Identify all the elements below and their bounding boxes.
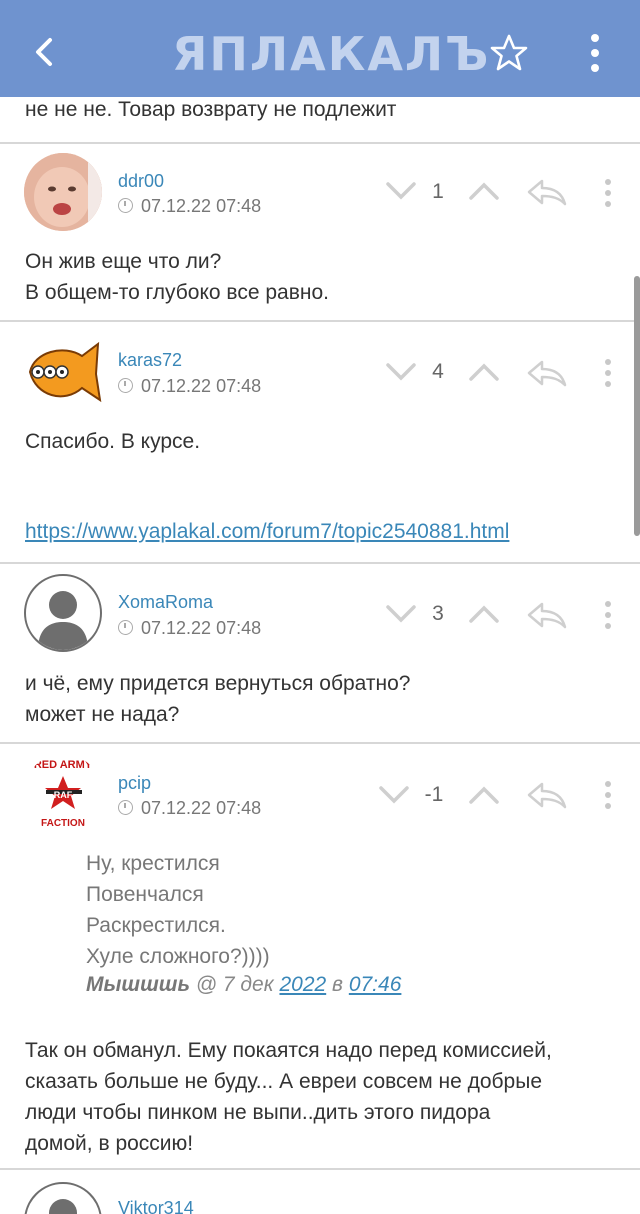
post-date: 07.12.22 07:48 [118, 798, 261, 819]
avatar-text-mid: RAF [54, 790, 73, 800]
username[interactable]: Viktor314 [118, 1198, 194, 1214]
post-menu-icon[interactable] [600, 600, 616, 630]
avatar[interactable]: RED ARMY RAF FACTION [24, 754, 102, 832]
post: ddr00 07.12.22 07:48 1 Он жив еще что ли… [0, 144, 640, 320]
vote-up-icon[interactable] [468, 603, 500, 625]
avatar-image [24, 153, 102, 231]
post-link[interactable]: https://www.yaplakal.com/forum7/topic254… [25, 520, 509, 544]
quote-time-link[interactable]: 07:46 [349, 973, 402, 996]
quote-in-text: в [326, 973, 349, 996]
scrollbar[interactable] [634, 276, 640, 536]
post-date: 07.12.22 07:48 [118, 376, 261, 397]
post: karas72 07.12.22 07:48 4 Спасибо. В курс… [0, 322, 640, 562]
date-text: 07.12.22 07:48 [141, 618, 262, 638]
post-text-line: домой, в россию! [25, 1132, 194, 1155]
avatar[interactable] [24, 1182, 102, 1214]
username[interactable]: karas72 [118, 350, 182, 371]
post-date: 07.12.22 07:48 [118, 618, 261, 639]
status-bar-fragment [420, 0, 640, 4]
default-user-icon [38, 591, 88, 650]
vote-down-icon[interactable] [378, 784, 410, 806]
vote-score: 4 [432, 360, 444, 383]
post-menu-icon[interactable] [600, 178, 616, 208]
post-date: 07.12.22 07:48 [118, 196, 261, 217]
post-menu-icon[interactable] [600, 358, 616, 388]
quote-attribution: Мышшшь @ 7 дек 2022 в 07:46 [86, 973, 401, 997]
vote-up-icon[interactable] [468, 180, 500, 202]
favorite-button[interactable] [488, 32, 530, 74]
back-arrow-icon [36, 38, 52, 66]
post: RED ARMY RAF FACTION pcip 07.12.22 07:48… [0, 744, 640, 1168]
post-text-line: Спасибо. В курсе. [25, 430, 201, 453]
previous-post-text: не не не. Товар возврату не подлежит [25, 98, 397, 121]
avatar[interactable] [24, 574, 102, 652]
username[interactable]: XomaRoma [118, 592, 213, 613]
post-menu-icon[interactable] [600, 780, 616, 810]
vote-down-icon[interactable] [385, 180, 417, 202]
clock-icon [118, 620, 133, 635]
vote-up-icon[interactable] [468, 361, 500, 383]
username[interactable]: ddr00 [118, 171, 164, 192]
quote-line: Хуле сложного?)))) [86, 945, 270, 968]
post-text-line: Так он обманул. Ему покаятся надо перед … [25, 1039, 552, 1062]
post-text-line: люди чтобы пинком не выпи..дить этого пи… [25, 1101, 491, 1124]
avatar-image [24, 334, 102, 412]
post: Viktor314 [0, 1170, 640, 1214]
quote-at-text: @ 7 дек [189, 973, 280, 996]
post-text-line: может не нада? [25, 703, 180, 726]
reply-icon[interactable] [526, 359, 568, 387]
quote-line: Повенчался [86, 883, 204, 906]
avatar-text-top: RED ARMY [34, 759, 93, 771]
reply-icon[interactable] [526, 601, 568, 629]
quote-author-name[interactable]: Мышшшь [86, 973, 190, 996]
quote-year-link[interactable]: 2022 [279, 973, 326, 996]
date-text: 07.12.22 07:48 [141, 798, 262, 818]
app-logo: ЯПЛАКАЛЪ [172, 27, 491, 81]
avatar-text-bottom: FACTION [41, 818, 85, 829]
reply-icon[interactable] [526, 178, 568, 206]
clock-icon [118, 378, 133, 393]
more-vertical-icon [591, 34, 599, 72]
quote-line: Ну, крестился [86, 852, 220, 875]
clock-icon [118, 800, 133, 815]
raf-logo-avatar: RED ARMY RAF FACTION [24, 754, 102, 832]
vote-score: -1 [424, 783, 444, 806]
reply-icon[interactable] [526, 781, 568, 809]
username[interactable]: pcip [118, 773, 151, 794]
post-text-line: Он жив еще что ли? [25, 250, 222, 273]
post-text-line: сказать больше не буду... А евреи совсем… [25, 1070, 543, 1093]
clock-icon [118, 198, 133, 213]
post: XomaRoma 07.12.22 07:48 3 и чё, ему прид… [0, 564, 640, 742]
quote-line: Раскрестился. [86, 914, 226, 937]
vote-down-icon[interactable] [385, 603, 417, 625]
vote-down-icon[interactable] [385, 361, 417, 383]
vote-up-icon[interactable] [468, 784, 500, 806]
star-icon [490, 34, 528, 71]
overflow-menu-button[interactable] [580, 30, 610, 76]
avatar[interactable] [24, 334, 102, 412]
avatar[interactable] [24, 153, 102, 231]
date-text: 07.12.22 07:48 [141, 196, 262, 216]
default-user-icon [49, 1199, 77, 1214]
back-button[interactable] [22, 30, 66, 74]
vote-score: 3 [432, 602, 444, 625]
date-text: 07.12.22 07:48 [141, 376, 262, 396]
post-text-line: и чё, ему придется вернуться обратно? [25, 672, 411, 695]
top-app-bar: ЯПЛАКАЛЪ [0, 0, 640, 97]
vote-score: 1 [432, 180, 444, 203]
post-text-line: В общем-то глубоко все равно. [25, 281, 329, 304]
